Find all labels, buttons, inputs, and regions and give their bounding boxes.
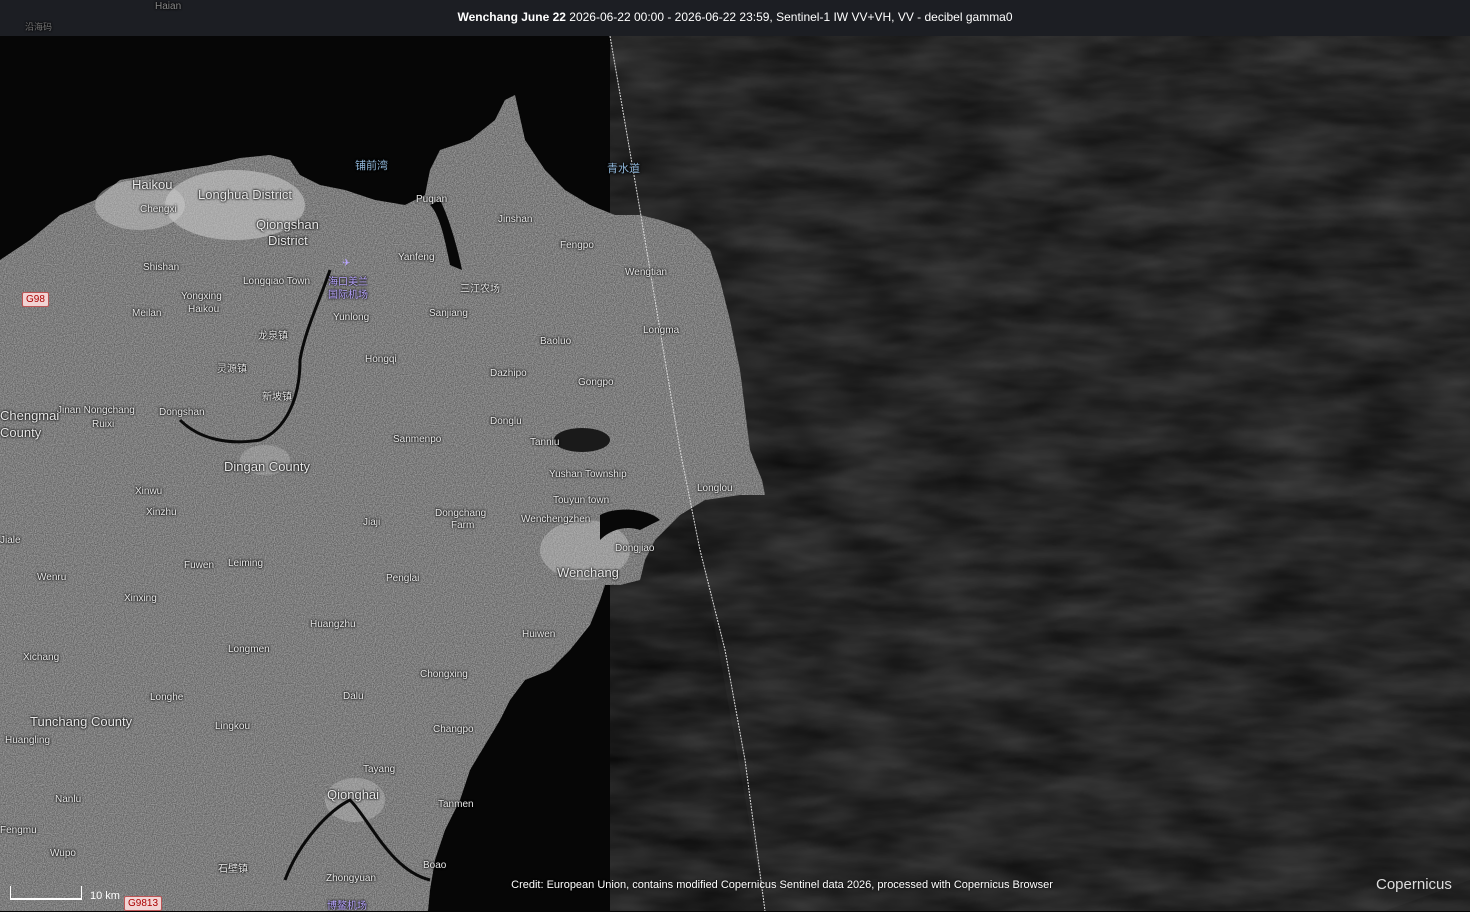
map-label-farm: Farm bbox=[451, 520, 475, 531]
map-label-nanlu: Nanlu bbox=[55, 794, 82, 805]
map-label-wenchengzhen: Wenchengzhen bbox=[521, 514, 591, 525]
map-label-haikou-small: Haikou bbox=[188, 304, 220, 315]
map-label-dongjiao: Dongjiao bbox=[615, 543, 655, 554]
road-shield-g9813: G9813 bbox=[124, 896, 163, 911]
map-label-puqian: Puqian bbox=[416, 194, 448, 205]
map-label-touyun: Touyun town bbox=[553, 495, 610, 506]
map-label-ruixi: Ruixi bbox=[92, 419, 115, 430]
map-label-jiale: Jiale bbox=[0, 535, 21, 546]
airport-icon: ✈ bbox=[342, 258, 351, 269]
title-bold: Wenchang June 22 bbox=[457, 10, 566, 24]
scale-bar-label: 10 km bbox=[90, 890, 120, 902]
map-label-hongqi: Hongqi bbox=[365, 354, 397, 365]
map-label-fengmu: Fengmu bbox=[0, 825, 37, 836]
map-label-xinzhu: Xinzhu bbox=[146, 507, 177, 518]
map-label-qiongshan: Qiongshan bbox=[256, 217, 319, 232]
map-label-huangzhu: Huangzhu bbox=[310, 619, 356, 630]
map-label-sanmenpo: Sanmenpo bbox=[393, 434, 442, 445]
map-label-qionghai: Qionghai bbox=[327, 787, 380, 802]
map-label-boao-airport: 博鳌机场 bbox=[327, 901, 367, 912]
map-label-sanjiang-farm: 三江农场 bbox=[460, 284, 500, 295]
map-label-xichang: Xichang bbox=[23, 652, 60, 663]
map-label-xinxing: Xinxing bbox=[124, 593, 157, 604]
map-label-wupo: Wupo bbox=[50, 848, 76, 859]
road-shield-g98: G98 bbox=[22, 292, 49, 307]
map-label-longmen: Longmen bbox=[228, 644, 270, 655]
map-label-changpo: Changpo bbox=[433, 724, 474, 735]
credit-text: Credit: European Union, contains modifie… bbox=[511, 879, 1053, 891]
sar-map-image[interactable] bbox=[0, 0, 1470, 911]
map-label-huangling: Huangling bbox=[5, 735, 51, 746]
map-label-dongshan: Dongshan bbox=[159, 407, 205, 418]
map-label-wengtian: Wengtian bbox=[625, 267, 668, 278]
map-label-sanjiang: Sanjiang bbox=[429, 308, 468, 319]
map-label-xinpo: 新坡镇 bbox=[262, 392, 292, 403]
map-label-longlou: Longlou bbox=[697, 483, 733, 494]
map-label-yushan: Yushan Township bbox=[549, 469, 627, 480]
map-label-huiwen: Huiwen bbox=[522, 629, 556, 640]
map-label-dongchang: Dongchang bbox=[435, 508, 487, 519]
map-label-airport-line2: 国际机场 bbox=[328, 290, 368, 301]
map-label-tayang: Tayang bbox=[363, 764, 396, 775]
map-label-wenchang: Wenchang bbox=[557, 565, 619, 580]
map-label-haian: Haian bbox=[155, 1, 182, 12]
map-label-dalu: Dalu bbox=[343, 691, 364, 702]
map-label-lingyuan: 灵源镇 bbox=[217, 364, 247, 375]
map-label-boao: Boao bbox=[423, 860, 447, 871]
map-label-county: County bbox=[0, 425, 42, 440]
map-label-shishan: Shishan bbox=[143, 262, 180, 273]
map-label-jiaji: Jiaji bbox=[363, 517, 381, 528]
map-label-chengxi: Chengxi bbox=[140, 204, 177, 215]
map-label-longhua: Longhua District bbox=[198, 187, 292, 202]
map-label-baoluo: Baoluo bbox=[540, 336, 572, 347]
map-label-qingshui-channel: 青水道 bbox=[607, 163, 640, 175]
map-label-donglu: Donglu bbox=[490, 416, 522, 427]
map-label-shibi: 石壁镇 bbox=[218, 864, 248, 875]
map-label-dazhipo: Dazhipo bbox=[490, 368, 527, 379]
map-label-yanfeng: Yanfeng bbox=[398, 252, 435, 263]
map-label-puqian-bay: 铺前湾 bbox=[355, 160, 388, 172]
map-label-tanmen: Tanmen bbox=[438, 799, 474, 810]
map-label-top-cjk: 沿海码 bbox=[25, 22, 53, 32]
map-label-tunchang: Tunchang County bbox=[30, 714, 133, 729]
copernicus-logo: Copernicus bbox=[1376, 876, 1452, 893]
map-label-haikou: Haikou bbox=[132, 177, 173, 192]
map-label-fuwen: Fuwen bbox=[184, 560, 215, 571]
map-label-chengmai: Chengmai bbox=[0, 408, 60, 423]
map-label-gongpo: Gongpo bbox=[578, 377, 614, 388]
map-label-yunlong: Yunlong bbox=[333, 312, 370, 323]
map-label-lingkou: Lingkou bbox=[215, 721, 251, 732]
map-label-xinwu: Xinwu bbox=[135, 486, 163, 497]
map-label-district: District bbox=[268, 233, 308, 248]
map-label-longhe: Longhe bbox=[150, 692, 184, 703]
scale-bar bbox=[10, 886, 82, 900]
map-label-penglai: Penglai bbox=[386, 573, 420, 584]
map-label-wenru: Wenru bbox=[37, 572, 67, 583]
map-label-longma: Longma bbox=[643, 325, 680, 336]
map-label-zhongyuan: Zhongyuan bbox=[326, 873, 377, 884]
map-label-dingan: Dingan County bbox=[224, 459, 310, 474]
map-label-fengpo: Fengpo bbox=[560, 240, 594, 251]
title-details: 2026-06-22 00:00 - 2026-06-22 23:59, Sen… bbox=[565, 10, 1013, 24]
map-label-meilan: Meilan bbox=[132, 308, 162, 319]
map-label-tanniu: Tanniu bbox=[530, 437, 560, 448]
map-label-jinan: Jinan Nongchang bbox=[57, 405, 135, 416]
map-label-chongxing: Chongxing bbox=[420, 669, 468, 680]
map-label-leiming: Leiming bbox=[228, 558, 264, 569]
map-label-jinshan: Jinshan bbox=[498, 214, 533, 225]
map-label-longqiao: Longqiao Town bbox=[243, 276, 311, 287]
map-label-yongxing: Yongxing bbox=[181, 291, 222, 302]
map-label-longquan: 龙泉镇 bbox=[258, 331, 288, 342]
title-bar: Wenchang June 22 2026-06-22 00:00 - 2026… bbox=[0, 0, 1470, 36]
